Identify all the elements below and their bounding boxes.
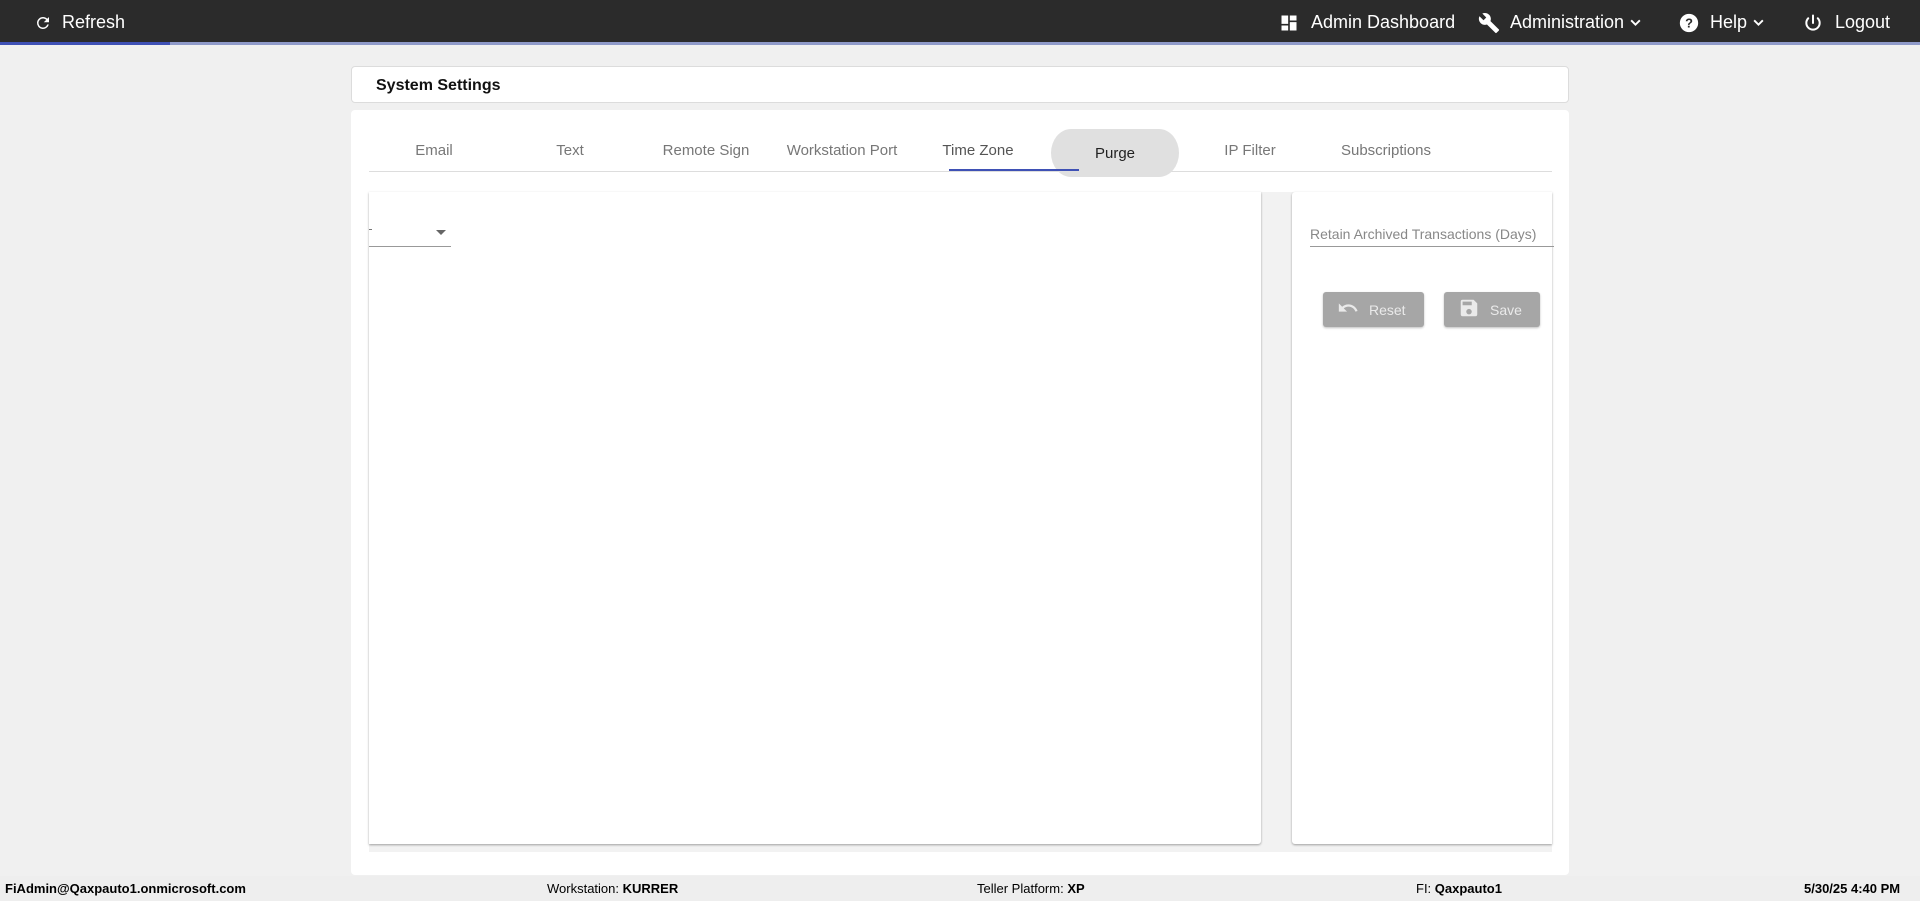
reset-button[interactable]: Reset [1323, 292, 1424, 327]
settings-card: Email Text Remote Sign Workstation Port … [351, 110, 1569, 875]
dashboard-icon [1279, 13, 1299, 33]
footer-user: FiAdmin@Qaxpauto1.onmicrosoft.com [5, 881, 246, 896]
retain-archived-transactions-input[interactable]: Retain Archived Transactions (Days) [1310, 226, 1536, 242]
footer-datetime: 5/30/25 4:40 PM [1804, 881, 1901, 896]
tab-email[interactable]: Email [369, 130, 499, 171]
retain-input-underline [1310, 246, 1554, 247]
logout-button[interactable]: Logout [1803, 0, 1890, 45]
settings-tab-bar: Email Text Remote Sign Workstation Port … [369, 129, 1552, 177]
admin-dashboard-label: Admin Dashboard [1311, 12, 1456, 32]
tab-ip-filter[interactable]: IP Filter [1185, 130, 1315, 171]
time-zone-panel [369, 192, 1261, 844]
top-navigation-bar: Refresh Admin Dashboard Administration ?… [0, 0, 1920, 45]
refresh-label: Refresh [62, 12, 126, 32]
administration-menu-button[interactable]: Administration [1478, 0, 1642, 45]
dropdown-arrow-icon[interactable] [436, 230, 446, 235]
loading-progress-fill [0, 42, 170, 45]
help-label: Help [1710, 12, 1748, 32]
chevron-down-icon [1629, 16, 1642, 29]
purge-panel: Retain Archived Transactions (Days) Rese… [1292, 192, 1554, 844]
undo-icon [1337, 297, 1359, 322]
tab-text[interactable]: Text [505, 130, 635, 171]
footer-workstation: Workstation: KURRER [547, 881, 679, 896]
chevron-down-icon [1752, 16, 1765, 29]
loading-progress-bar [0, 42, 1920, 45]
tab-time-zone[interactable]: Time Zone [913, 130, 1043, 171]
administration-label: Administration [1510, 12, 1625, 32]
tab-workstation-port[interactable]: Workstation Port [777, 130, 907, 171]
help-icon: ? [1678, 12, 1700, 34]
select-value-fragment [369, 229, 372, 230]
time-zone-select[interactable] [369, 246, 451, 247]
save-icon [1458, 297, 1480, 322]
active-tab-indicator [949, 169, 1079, 171]
tab-content-area: Retain Archived Transactions (Days) Rese… [369, 192, 1554, 852]
refresh-icon [34, 14, 52, 32]
tab-subscriptions[interactable]: Subscriptions [1321, 130, 1451, 171]
logout-label: Logout [1835, 12, 1891, 32]
admin-dashboard-button[interactable]: Admin Dashboard [1279, 0, 1455, 45]
save-label: Save [1490, 301, 1522, 318]
footer-fi: FI: Qaxpauto1 [1416, 881, 1502, 896]
page-title: System Settings [376, 77, 501, 94]
tab-remote-sign[interactable]: Remote Sign [641, 130, 771, 171]
help-menu-button[interactable]: ? Help [1678, 0, 1765, 45]
reset-label: Reset [1369, 301, 1406, 318]
footer-teller-platform: Teller Platform: XP [977, 881, 1085, 896]
refresh-button[interactable]: Refresh [34, 0, 125, 45]
svg-text:?: ? [1685, 15, 1693, 30]
status-footer: FiAdmin@Qaxpauto1.onmicrosoft.com Workst… [0, 876, 1920, 901]
power-icon [1803, 13, 1823, 33]
wrench-icon [1478, 12, 1500, 34]
save-button[interactable]: Save [1444, 292, 1540, 327]
page-header-card: System Settings [351, 66, 1569, 103]
